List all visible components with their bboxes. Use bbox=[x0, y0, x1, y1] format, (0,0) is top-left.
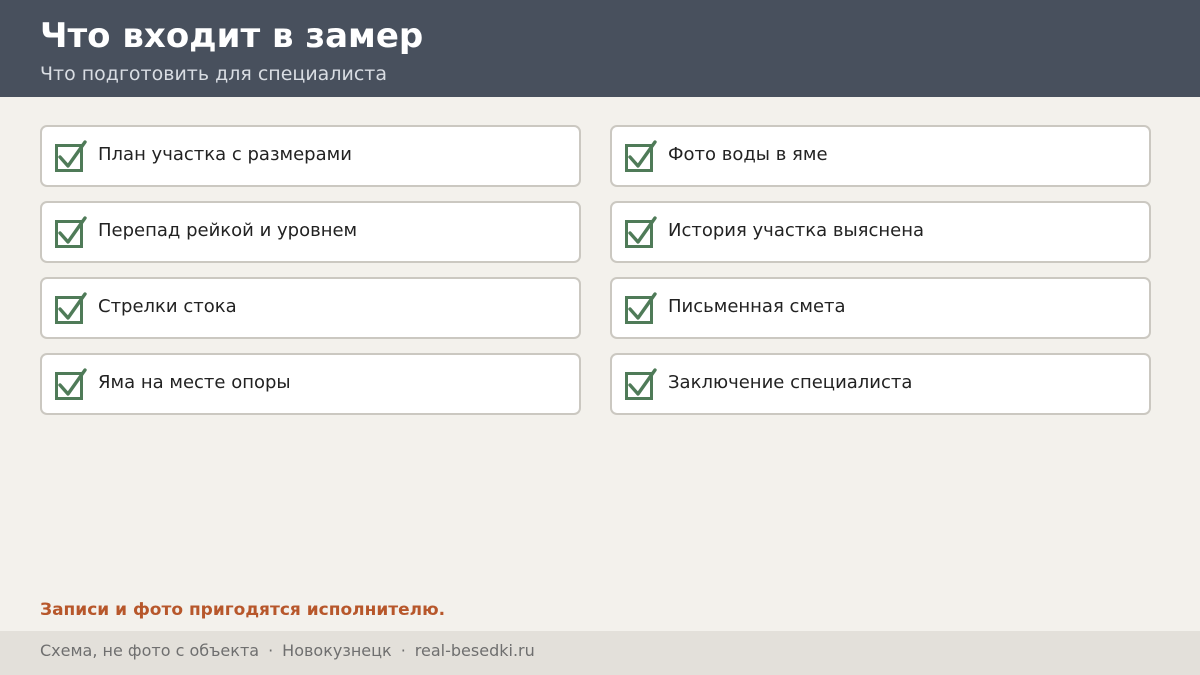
checklist-item-label: Перепад рейкой и уровнем bbox=[98, 220, 358, 241]
checkbox-checked[interactable] bbox=[625, 216, 657, 248]
checkmark-icon bbox=[58, 140, 87, 168]
checkmark-icon bbox=[58, 216, 87, 244]
footer-text: Схема, не фото с объекта · Новокузнецк · rea… bbox=[40, 640, 535, 662]
checkmark-icon bbox=[628, 216, 657, 244]
checklist-item-label: Заключение специалиста bbox=[668, 372, 913, 393]
footer-separator: · bbox=[268, 641, 274, 660]
checklist-item-label: Фото воды в яме bbox=[668, 144, 828, 165]
checkmark-icon bbox=[628, 140, 657, 168]
checkbox-checked[interactable] bbox=[625, 140, 657, 172]
footer-disclaimer: Схема, не фото с объекта bbox=[40, 641, 260, 660]
footer: Схема, не фото с объекта · Новокузнецк · rea… bbox=[0, 631, 1200, 675]
page-title: Что входит в замер bbox=[40, 16, 424, 56]
checklist-item[interactable]: Перепад рейкой и уровнем bbox=[40, 201, 581, 263]
checklist-item[interactable]: Яма на месте опоры bbox=[40, 353, 581, 415]
checklist-item[interactable]: Письменная смета bbox=[610, 277, 1151, 339]
checklist-item[interactable]: Заключение специалиста bbox=[610, 353, 1151, 415]
checkbox-checked[interactable] bbox=[55, 368, 87, 400]
checkbox-checked[interactable] bbox=[55, 140, 87, 172]
footer-separator: · bbox=[400, 641, 406, 660]
checkbox-checked[interactable] bbox=[55, 216, 87, 248]
checklist-item[interactable]: Стрелки стока bbox=[40, 277, 581, 339]
checklist-item-label: Стрелки стока bbox=[98, 296, 237, 317]
page-header: Что входит в замер Что подготовить для с… bbox=[0, 0, 1200, 97]
checkmark-icon bbox=[628, 368, 657, 396]
footer-city: Новокузнецк bbox=[282, 641, 392, 660]
note-text: Записи и фото пригодятся исполнителю. bbox=[40, 600, 446, 620]
checkmark-icon bbox=[628, 292, 657, 320]
checklist-item-label: История участка выяснена bbox=[668, 220, 925, 241]
checkmark-icon bbox=[58, 368, 87, 396]
checklist-item-label: План участка с размерами bbox=[98, 144, 352, 165]
checklist-item[interactable]: Фото воды в яме bbox=[610, 125, 1151, 187]
checkbox-checked[interactable] bbox=[625, 292, 657, 324]
page-subtitle: Что подготовить для специалиста bbox=[40, 63, 387, 85]
checklist-item[interactable]: История участка выяснена bbox=[610, 201, 1151, 263]
checkmark-icon bbox=[58, 292, 87, 320]
checklist-item-label: Яма на месте опоры bbox=[98, 372, 291, 393]
checkbox-checked[interactable] bbox=[625, 368, 657, 400]
checklist-item[interactable]: План участка с размерами bbox=[40, 125, 581, 187]
checkbox-checked[interactable] bbox=[55, 292, 87, 324]
checklist-item-label: Письменная смета bbox=[668, 296, 846, 317]
footer-site-link[interactable]: real-besedki.ru bbox=[415, 641, 535, 660]
